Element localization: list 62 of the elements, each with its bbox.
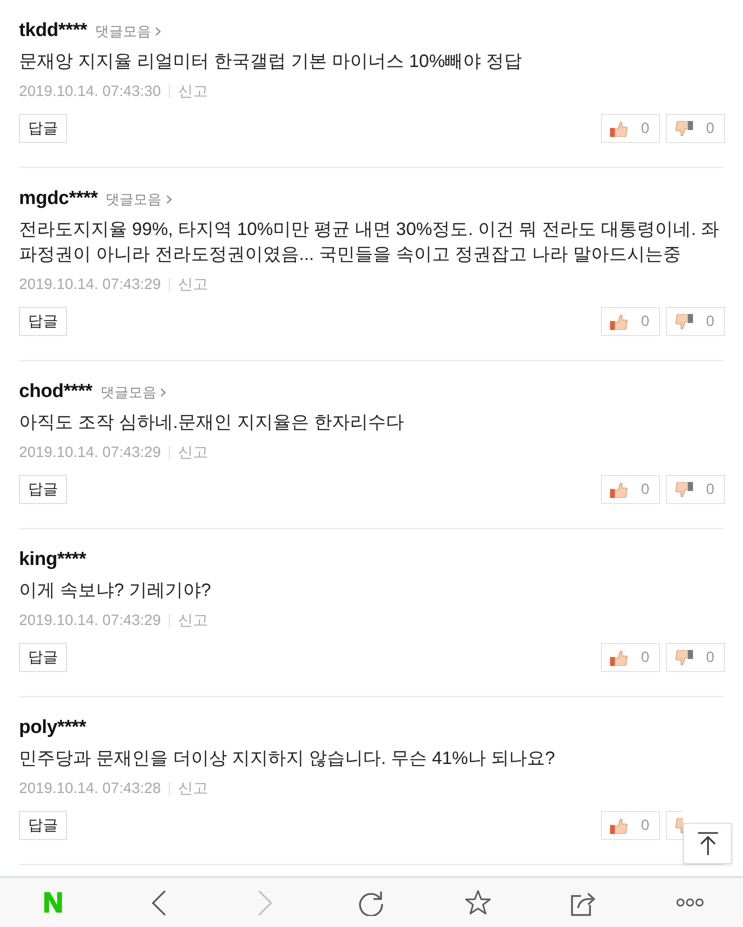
report-link[interactable]: 신고 bbox=[178, 82, 208, 100]
timestamp: 2019.10.14. 07:43:29 bbox=[19, 612, 161, 628]
reload-button[interactable] bbox=[358, 890, 384, 916]
arrow-up-icon bbox=[696, 832, 718, 856]
thumbs-down-icon bbox=[675, 314, 693, 330]
bookmark-button[interactable] bbox=[464, 890, 491, 915]
comments-link[interactable]: 댓글모음 bbox=[95, 22, 162, 40]
reply-button[interactable]: 답글 bbox=[19, 114, 67, 143]
comment-text: 아직도 조작 심하네.문재인 지지율은 한자리수다 bbox=[19, 411, 406, 434]
chevron-right-icon bbox=[166, 194, 172, 204]
reply-button[interactable]: 답글 bbox=[19, 811, 67, 840]
thumbs-down-icon bbox=[675, 650, 693, 666]
reply-button[interactable]: 답글 bbox=[19, 307, 67, 336]
comments-link[interactable]: 댓글모음 bbox=[100, 383, 166, 401]
username: tkdd**** bbox=[19, 20, 88, 42]
like-button[interactable]: 0 bbox=[601, 114, 660, 143]
comment-text: 전라도지지율 99%, 타지역 10%미만 평균 내면 30%정도. 이건 뭐 전라도 대통령이네. 좌파정권이 아니라 전라도정권이였음... 국민들을 속이고 정권잡고 나라 말아드시는중 bbox=[19, 218, 720, 266]
dislike-button[interactable]: 0 bbox=[666, 475, 725, 504]
username: poly**** bbox=[19, 717, 86, 739]
more-button[interactable] bbox=[676, 898, 704, 907]
like-button[interactable]: 0 bbox=[601, 475, 660, 504]
reload-icon bbox=[358, 890, 384, 916]
scroll-to-top-button[interactable] bbox=[683, 823, 732, 864]
dislike-button[interactable]: 0 bbox=[666, 114, 725, 143]
dislike-button[interactable]: 0 bbox=[666, 643, 725, 672]
star-icon bbox=[464, 890, 491, 915]
thumbs-down-icon bbox=[675, 120, 693, 136]
chevron-right-icon bbox=[160, 388, 166, 396]
username: mgdc**** bbox=[19, 188, 98, 210]
thumbs-up-icon bbox=[610, 650, 628, 666]
thumbs-up-icon bbox=[610, 120, 628, 136]
thumbs-up-icon bbox=[610, 482, 628, 498]
like-button[interactable]: 0 bbox=[601, 307, 660, 336]
comments-link[interactable]: 댓글모음 bbox=[106, 190, 172, 208]
timestamp: 2019.10.14. 07:43:29 bbox=[19, 444, 161, 460]
report-link[interactable]: 신고 bbox=[178, 610, 208, 630]
username: chod**** bbox=[19, 381, 92, 403]
reply-button[interactable]: 답글 bbox=[19, 475, 67, 504]
username: king**** bbox=[19, 549, 86, 571]
comment-text: 문재앙 지지율 리얼미터 한국갤럽 기본 마이너스 10%빼야 정답 bbox=[19, 50, 524, 73]
timestamp: 2019.10.14. 07:43:30 bbox=[19, 82, 161, 100]
report-link[interactable]: 신고 bbox=[178, 274, 208, 294]
thumbs-up-icon bbox=[610, 314, 628, 330]
thumbs-up-icon bbox=[610, 818, 628, 834]
comment-text: 민주당과 문재인을 더이상 지지하지 않습니다. 무슨 41%나 되나요? bbox=[19, 747, 556, 770]
back-button[interactable] bbox=[151, 890, 168, 916]
dislike-button[interactable]: 0 bbox=[666, 307, 725, 336]
thumbs-down-icon bbox=[675, 482, 693, 498]
reply-button[interactable]: 답글 bbox=[19, 643, 67, 672]
like-button[interactable]: 0 bbox=[601, 643, 660, 672]
comment-text: 이게 속보냐? 기레기야? bbox=[19, 579, 212, 602]
report-link[interactable]: 신고 bbox=[178, 442, 208, 462]
report-link[interactable]: 신고 bbox=[178, 778, 208, 798]
chevron-left-icon bbox=[151, 890, 168, 916]
more-icon bbox=[676, 898, 704, 907]
thumbs-down-icon bbox=[675, 818, 683, 834]
chevron-right-icon bbox=[155, 26, 162, 36]
timestamp: 2019.10.14. 07:43:28 bbox=[19, 780, 161, 796]
home-logo-button[interactable]: N bbox=[42, 888, 64, 916]
like-button[interactable]: 0 bbox=[601, 811, 660, 840]
timestamp: 2019.10.14. 07:43:29 bbox=[19, 276, 161, 292]
chevron-right-icon bbox=[257, 890, 274, 916]
